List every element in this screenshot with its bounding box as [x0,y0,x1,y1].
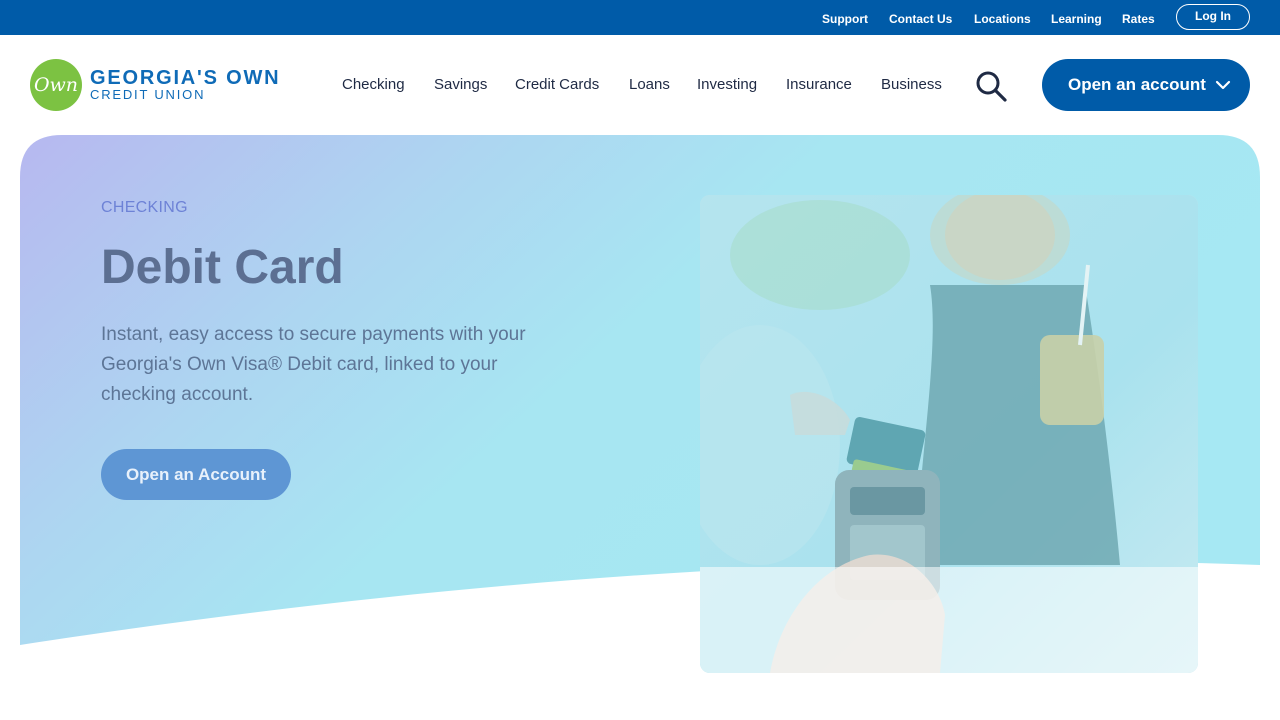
site-header: Own GEORGIA'S OWN CREDIT UNION Checking … [0,35,1280,135]
utility-link-support[interactable]: Support [822,12,868,26]
hero-photo [700,195,1198,673]
open-account-label: Open an account [1068,75,1206,94]
logo-subname: CREDIT UNION [90,87,206,102]
hero-eyebrow: CHECKING [101,199,188,216]
page-title: Debit Card [101,241,344,294]
search-icon [976,71,1007,102]
nav-item-business[interactable]: Business [881,76,942,93]
chevron-down-icon [1215,80,1231,90]
utility-link-learning[interactable]: Learning [1051,12,1102,26]
hero-description: Instant, easy access to secure payments … [101,324,526,405]
nav-item-loans[interactable]: Loans [629,76,670,93]
utility-link-contact-us[interactable]: Contact Us [889,12,952,26]
logo-mark: Own [30,59,82,111]
utility-link-locations[interactable]: Locations [974,12,1031,26]
nav-item-credit-cards[interactable]: Credit Cards [515,76,599,93]
login-button[interactable]: Log In [1176,4,1250,30]
card-payment-photo [700,195,1198,673]
utility-link-rates[interactable]: Rates [1122,12,1155,26]
nav-item-insurance[interactable]: Insurance [786,76,852,93]
nav-item-checking[interactable]: Checking [342,76,405,93]
open-account-dropdown-button[interactable]: Open an account [1042,59,1250,111]
utility-bar: Support Contact Us Locations Learning Ra… [0,0,1280,35]
search-button[interactable] [974,69,1010,103]
nav-item-investing[interactable]: Investing [697,76,757,93]
nav-item-savings[interactable]: Savings [434,76,487,93]
open-account-button[interactable]: Open an Account [101,449,291,500]
